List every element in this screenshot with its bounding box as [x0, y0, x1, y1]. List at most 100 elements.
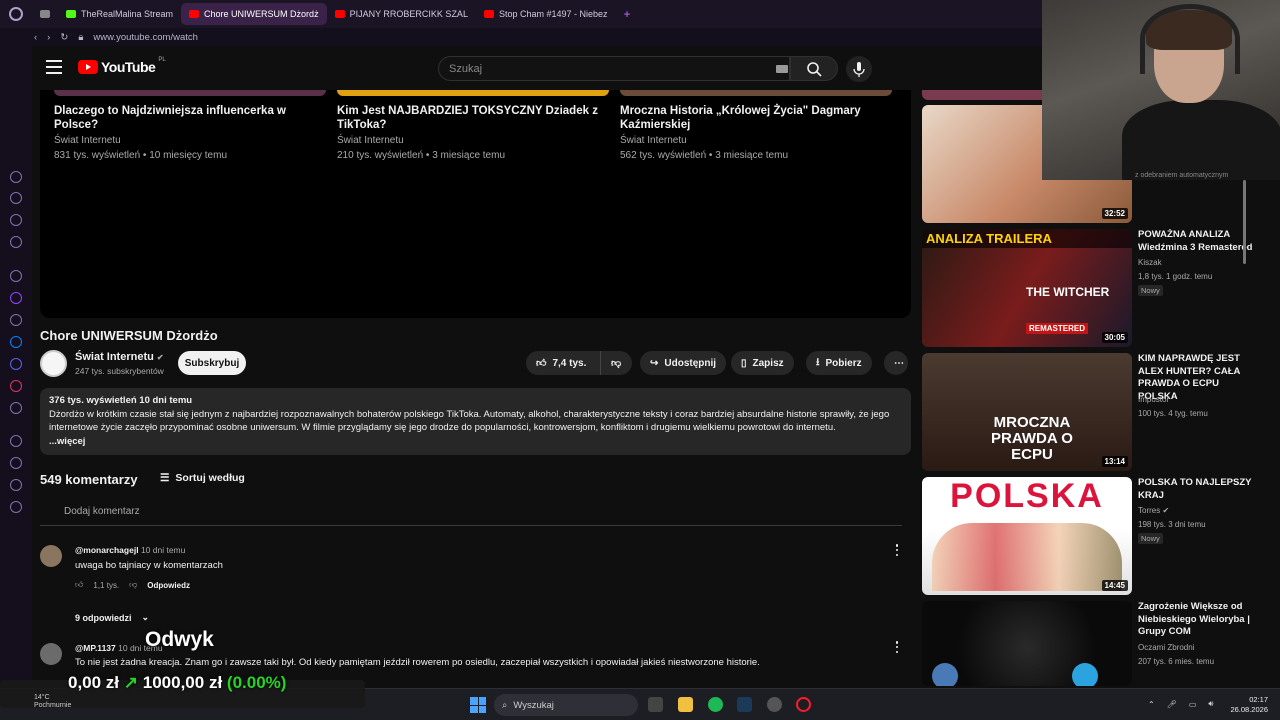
chevron-up-icon[interactable]: ⌃ [1148, 700, 1155, 709]
url-field[interactable]: www.youtube.com/watch [93, 32, 198, 43]
history-icon[interactable] [10, 457, 22, 469]
youtube-play-icon [78, 60, 98, 74]
browser-tab[interactable]: PIJANY RROBERCIKK SZAL [327, 3, 476, 25]
comment-avatar[interactable] [40, 643, 62, 665]
taskbar-search[interactable]: ⌕ Wyszukaj [494, 694, 638, 716]
replies-toggle[interactable]: 9 odpowiedzi ⌄ [75, 612, 149, 623]
thumbnail-figures [932, 523, 1122, 591]
sidebar-app-icon[interactable] [10, 435, 22, 447]
task-view-icon[interactable] [648, 697, 663, 712]
description-text: Dżordżo w krótkim czasie stał się jednym… [49, 408, 890, 434]
youtube-logo[interactable]: YouTube PL [78, 57, 166, 75]
thumbs-up-icon[interactable]: 👍︎ [75, 580, 83, 590]
sidebar-app-icon[interactable] [10, 479, 22, 491]
opera-logo-icon[interactable] [0, 0, 32, 28]
twitch-icon[interactable] [10, 292, 22, 304]
sort-icon: ☰ [160, 472, 170, 484]
opera-gx-icon[interactable] [796, 697, 811, 712]
sort-button[interactable]: ☰ Sortuj według [160, 472, 245, 484]
scrollbar-thumb[interactable] [1243, 180, 1246, 264]
download-label: Pobierz [825, 357, 862, 369]
voice-search-button[interactable] [846, 56, 872, 82]
reload-icon[interactable]: ↻ [60, 32, 68, 43]
browser-tab-active[interactable]: Chore UNIWERSUM Dżordż [181, 3, 327, 25]
channel-text: Torres [1138, 506, 1161, 515]
comment-menu-icon[interactable] [895, 544, 899, 556]
weather-widget[interactable]: 14°C Pochmurnie [34, 694, 71, 710]
spotify-icon[interactable] [708, 697, 723, 712]
settings-icon[interactable] [10, 501, 22, 513]
comment-menu-icon[interactable] [895, 641, 899, 653]
end-screen-video[interactable]: Dlaczego to Najdziwniejsza influencerka … [54, 90, 326, 162]
file-explorer-icon[interactable] [678, 697, 693, 712]
clock[interactable]: 02:17 26.08.2026 [1228, 695, 1268, 715]
like-button[interactable]: 👍︎ 7,4 tys. [526, 351, 600, 375]
search-input[interactable]: Szukaj [438, 56, 790, 81]
sidebar-app-icon[interactable] [10, 192, 22, 204]
related-thumbnail: POLSKA 14:45 [922, 477, 1132, 595]
thumbs-down-icon[interactable]: 👎︎ [129, 580, 137, 590]
keyboard-icon[interactable] [776, 65, 788, 73]
tiktok-icon[interactable] [10, 402, 22, 414]
forward-icon[interactable]: › [47, 32, 50, 43]
steam-icon[interactable] [737, 697, 752, 712]
discord-icon[interactable] [10, 358, 22, 370]
subscribe-button[interactable]: Subskrybuj [178, 351, 246, 375]
youtube-icon [334, 10, 345, 18]
video-channel: Świat Internetu [620, 135, 687, 146]
comment-text: uwaga bo tajniacy w komentarzach [75, 560, 223, 571]
channel-avatar[interactable] [40, 350, 67, 377]
thumbnail-text: MROCZNA PRAWDA O ECPU [991, 414, 1073, 463]
browser-tab[interactable]: Stop Cham #1497 - Niebez [476, 3, 616, 25]
new-badge: Nowy [1138, 285, 1163, 296]
menu-icon[interactable] [46, 60, 62, 74]
video-meta: 210 tys. wyświetleń • 3 miesiące temu [337, 150, 506, 161]
channel-name[interactable]: Świat Internetu ✔ [75, 351, 164, 363]
reply-button[interactable]: Odpowiedz [147, 581, 190, 590]
video-duration: 13:14 [1101, 456, 1128, 467]
video-title: Mroczna Historia „Królowej Życia" Dagmar… [620, 105, 861, 131]
add-comment-field[interactable]: Dodaj komentarz [40, 506, 902, 526]
more-actions-button[interactable]: ⋯ [884, 351, 908, 375]
app-icon[interactable] [767, 697, 782, 712]
related-meta: 1,8 tys. 1 godz. temu [1138, 272, 1213, 281]
download-button[interactable]: ⭳ Pobierz [806, 351, 872, 375]
tab-label: TheRealMalina Stream [81, 9, 174, 19]
sidebar-app-icon[interactable] [10, 214, 22, 226]
video-duration: 30:05 [1101, 332, 1128, 343]
video-thumbnail [337, 90, 609, 96]
volume-icon[interactable]: 🔊︎ [1208, 699, 1213, 709]
system-tray: ⌃ 🎤︎ ▭ 🔊︎ [1148, 699, 1213, 709]
weather-desc: Pochmurnie [34, 702, 72, 709]
bookmark-icon: ▯ [741, 357, 747, 369]
instagram-icon[interactable] [10, 380, 22, 392]
sidebar-app-icon[interactable] [10, 236, 22, 248]
new-tab-button[interactable]: + [616, 3, 639, 25]
sort-label: Sortuj według [175, 472, 245, 484]
messenger-icon[interactable] [10, 336, 22, 348]
browser-tab[interactable] [32, 3, 58, 25]
dislike-button[interactable]: 👎︎ [600, 351, 632, 375]
video-description[interactable]: 376 tys. wyświetleń 10 dni temu Dżordżo … [40, 388, 911, 455]
chatgpt-icon[interactable] [10, 270, 22, 282]
comment-author[interactable]: @monarchagejl 10 dni temu [75, 545, 185, 555]
browser-tab-kick[interactable]: TheRealMalina Stream [58, 3, 181, 25]
save-button[interactable]: ▯ Zapisz [731, 351, 794, 375]
share-button[interactable]: ↪ Udostępnij [640, 351, 727, 375]
microphone-icon [853, 62, 865, 77]
microphone-icon[interactable]: 🎤︎ [1167, 700, 1177, 709]
back-icon[interactable]: ‹ [34, 32, 37, 43]
search-button[interactable] [790, 56, 838, 81]
webcam-caption: z odebraniem automatycznym [1135, 172, 1229, 179]
end-screen-video[interactable]: Kim Jest NAJBARDZIEJ TOKSYCZNY Dziadek z… [337, 90, 609, 162]
sidebar-app-icon[interactable] [10, 314, 22, 326]
sidebar-app-icon[interactable] [10, 171, 22, 183]
network-icon[interactable]: ▭ [1189, 700, 1197, 709]
comment-avatar[interactable] [40, 545, 62, 567]
tab-favicon-icon [40, 10, 50, 18]
comment-time: 10 dni temu [140, 545, 186, 555]
stream-money-counter: 0,00 zł ↗ 1000,00 zł (0.00%) [68, 673, 286, 693]
start-icon[interactable] [470, 697, 486, 713]
show-more-link[interactable]: ...więcej [49, 435, 902, 449]
end-screen-video[interactable]: Mroczna Historia „Królowej Życia" Dagmar… [620, 90, 892, 162]
